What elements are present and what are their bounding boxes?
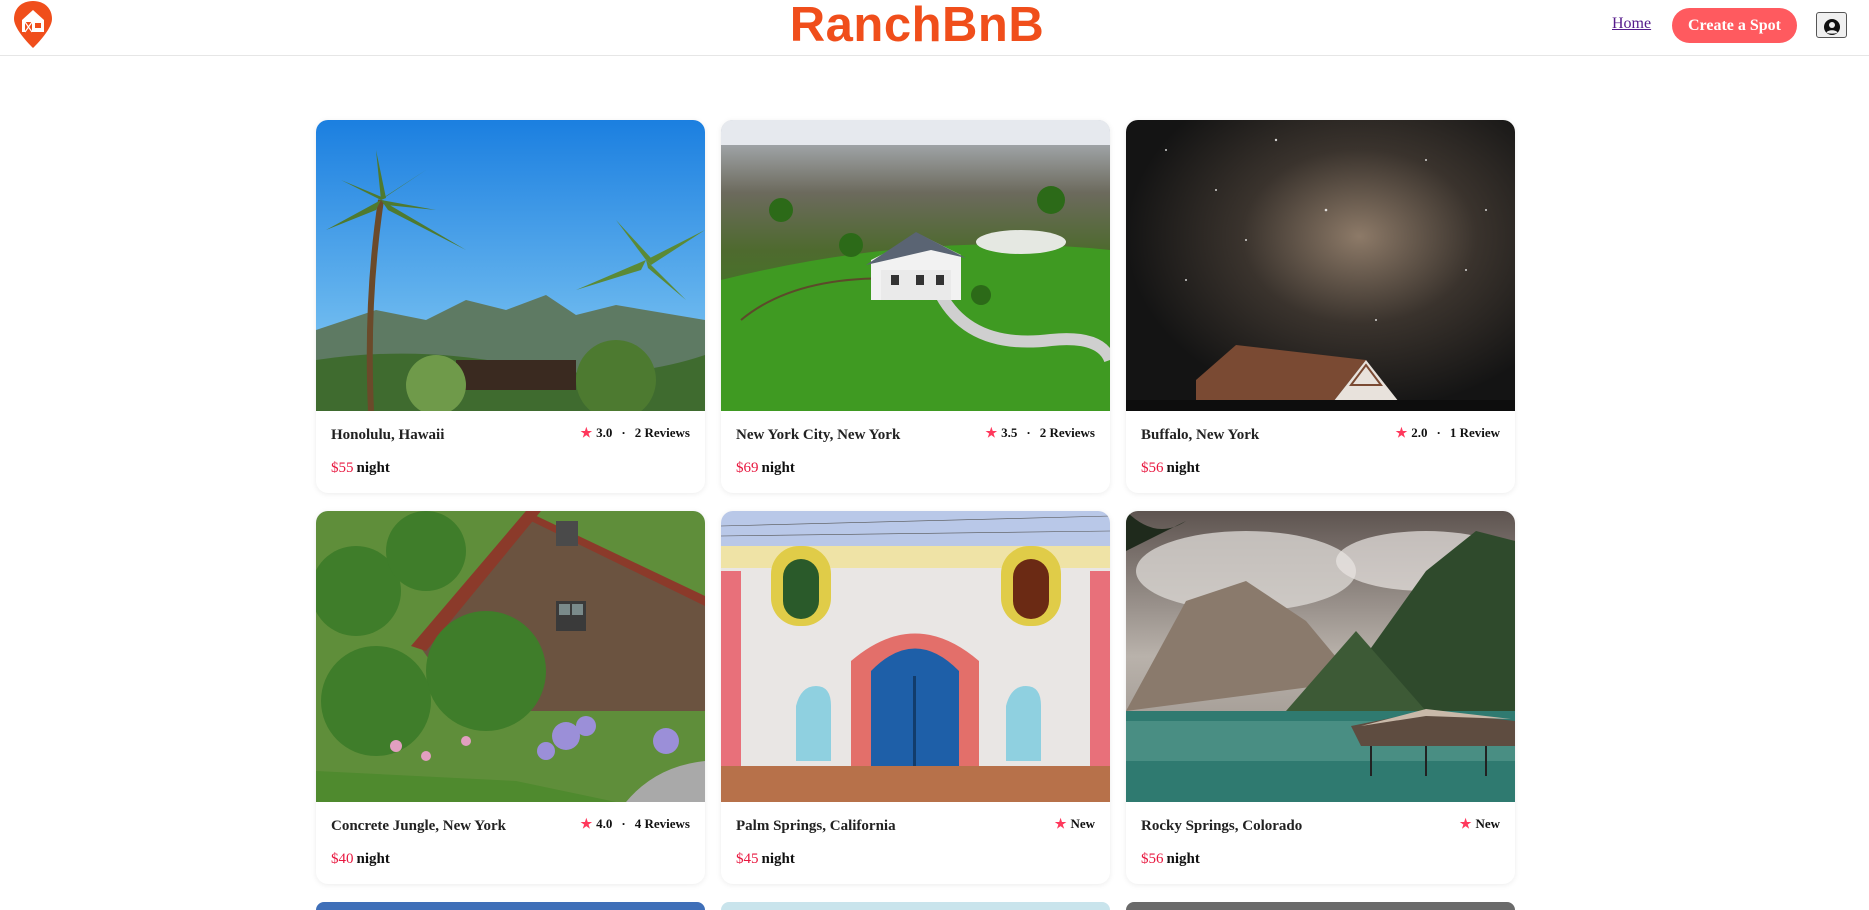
- spot-rating: ★ New: [1055, 816, 1095, 832]
- price-unit: night: [356, 460, 390, 476]
- spot-card-peek[interactable]: [1126, 902, 1515, 910]
- top-nav: RanchBnB Home Create a Spot: [0, 0, 1869, 56]
- spot-location: Honolulu, Hawaii: [331, 427, 445, 443]
- create-spot-button[interactable]: Create a Spot: [1672, 8, 1797, 43]
- profile-menu-button[interactable]: [1816, 12, 1847, 38]
- review-count: 2 Reviews: [634, 425, 690, 440]
- home-link[interactable]: Home: [1612, 15, 1651, 33]
- spot-price: $45 night: [736, 851, 795, 868]
- spot-card[interactable]: Honolulu, Hawaii ★ 3.0 · 2 Reviews $55 ni…: [316, 120, 705, 493]
- spot-location: Buffalo, New York: [1141, 427, 1260, 443]
- rating-value: New: [1070, 816, 1095, 831]
- spot-image[interactable]: [316, 511, 705, 802]
- spot-card[interactable]: Rocky Springs, Colorado ★ New $56 night: [1126, 511, 1515, 884]
- spot-price: $69 night: [736, 460, 795, 477]
- spot-rating: ★ 4.0 · 4 Reviews: [581, 816, 691, 832]
- rating-value: 3.0: [596, 425, 613, 440]
- spot-rating: ★ 2.0 · 1 Review: [1396, 425, 1500, 441]
- review-count: 4 Reviews: [634, 816, 690, 831]
- separator-dot: ·: [621, 425, 626, 440]
- spot-card[interactable]: New York City, New York ★ 3.5 · 2 Review…: [721, 120, 1110, 493]
- price-unit: night: [356, 851, 390, 867]
- star-icon: ★: [985, 425, 998, 440]
- price-unit: night: [1166, 460, 1200, 476]
- rating-value: 3.5: [1001, 425, 1018, 440]
- spot-card[interactable]: Buffalo, New York ★ 2.0 · 1 Review $56 ni…: [1126, 120, 1515, 493]
- rating-value: 4.0: [596, 816, 613, 831]
- review-count: 2 Reviews: [1039, 425, 1095, 440]
- price-amount: $56: [1141, 851, 1164, 867]
- star-icon: ★: [1054, 816, 1067, 831]
- separator-dot: ·: [621, 816, 626, 831]
- review-count: 1 Review: [1449, 425, 1500, 440]
- star-icon: ★: [580, 425, 593, 440]
- price-unit: night: [761, 851, 795, 867]
- spot-card[interactable]: Concrete Jungle, New York ★ 4.0 · 4 Revi…: [316, 511, 705, 884]
- separator-dot: ·: [1026, 425, 1031, 440]
- spot-location: Palm Springs, California: [736, 818, 896, 834]
- spot-location: Rocky Springs, Colorado: [1141, 818, 1303, 834]
- spot-rating: ★ New: [1460, 816, 1500, 832]
- spot-card-peek[interactable]: [721, 902, 1110, 910]
- price-amount: $40: [331, 851, 354, 867]
- spot-image[interactable]: [316, 120, 705, 411]
- spot-image[interactable]: [721, 120, 1110, 411]
- rating-value: 2.0: [1411, 425, 1428, 440]
- spot-image[interactable]: [1126, 511, 1515, 802]
- price-amount: $69: [736, 460, 759, 476]
- spot-image[interactable]: [1126, 120, 1515, 411]
- price-amount: $45: [736, 851, 759, 867]
- price-unit: night: [1166, 851, 1200, 867]
- spot-card[interactable]: Palm Springs, California ★ New $45 night: [721, 511, 1110, 884]
- spot-image[interactable]: [721, 511, 1110, 802]
- price-amount: $56: [1141, 460, 1164, 476]
- brand-title[interactable]: RanchBnB: [0, 0, 1834, 53]
- star-icon: ★: [1459, 816, 1472, 831]
- spot-price: $56 night: [1141, 851, 1200, 868]
- separator-dot: ·: [1436, 425, 1441, 440]
- spot-price: $56 night: [1141, 460, 1200, 477]
- price-amount: $55: [331, 460, 354, 476]
- spot-card-peek[interactable]: [316, 902, 705, 910]
- spot-price: $55 night: [331, 460, 390, 477]
- user-circle-icon: [1823, 18, 1840, 35]
- spot-rating: ★ 3.0 · 2 Reviews: [581, 425, 691, 441]
- rating-value: New: [1475, 816, 1500, 831]
- spot-location: New York City, New York: [736, 427, 901, 443]
- spot-price: $40 night: [331, 851, 390, 868]
- spot-location: Concrete Jungle, New York: [331, 818, 506, 834]
- price-unit: night: [761, 460, 795, 476]
- star-icon: ★: [580, 816, 593, 831]
- star-icon: ★: [1395, 425, 1408, 440]
- spot-rating: ★ 3.5 · 2 Reviews: [986, 425, 1096, 441]
